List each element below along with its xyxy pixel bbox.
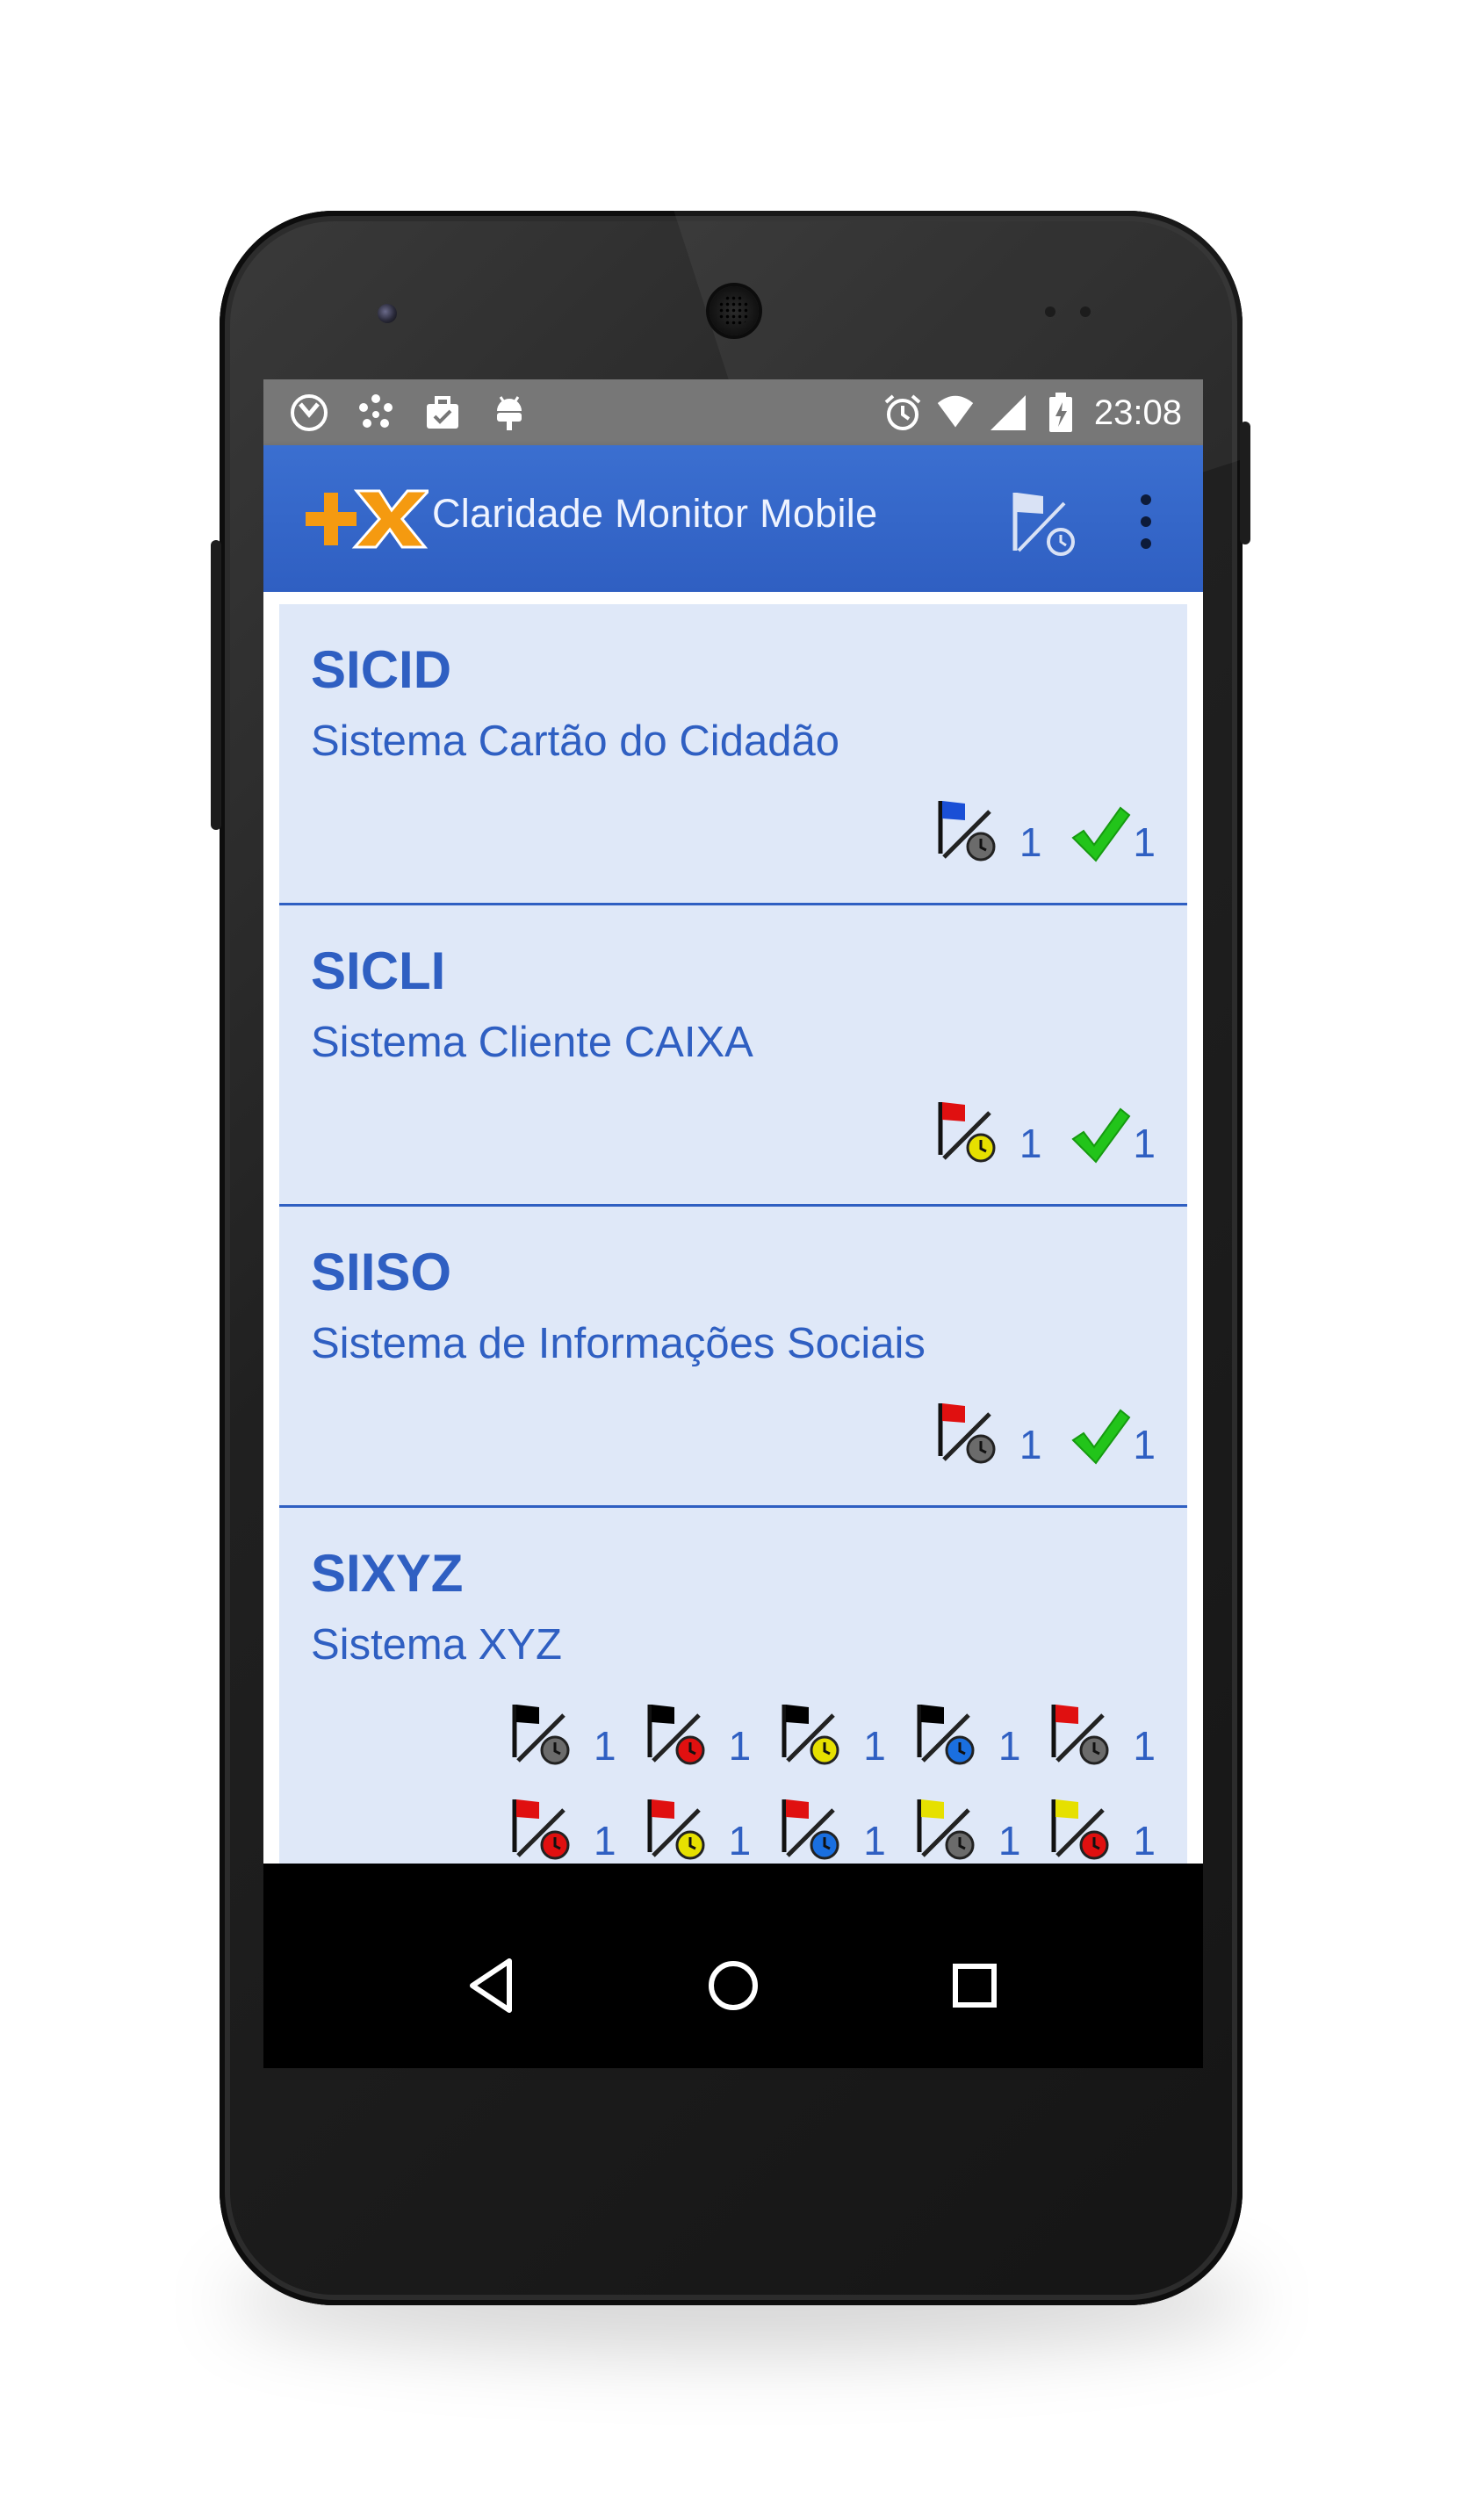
clock-badge-icon <box>290 393 328 432</box>
status-row: 11 <box>935 1402 1156 1467</box>
alert-status: 1 <box>645 1703 752 1769</box>
red-flag-yellow-clock-icon <box>938 1102 996 1163</box>
black-flag-yellow-clock-icon <box>782 1705 839 1765</box>
status-count: 1 <box>863 1723 886 1769</box>
system-card[interactable]: SICLI Sistema Cliente CAIXA 1 1 <box>279 905 1187 1207</box>
system-list: SICID Sistema Cartão do Cidadão 1 1 SICLI Sis… <box>279 604 1187 1864</box>
battery-charging-icon <box>1041 393 1080 432</box>
navigation-bar <box>263 1922 1203 2049</box>
system-card[interactable]: SICID Sistema Cartão do Cidadão 1 1 <box>279 604 1187 905</box>
back-icon[interactable] <box>460 1954 523 2017</box>
status-count: 1 <box>1019 1422 1042 1467</box>
status-row: 11 <box>935 1100 1156 1165</box>
alert-status: 1 <box>779 1703 886 1768</box>
check-icon <box>1071 1409 1131 1465</box>
status-count: 1 <box>1133 1121 1156 1166</box>
system-name: Sistema Cartão do Cidadão <box>311 717 839 765</box>
status-count: 1 <box>728 1723 752 1769</box>
alarm-icon <box>883 393 922 432</box>
black-flag-gray-clock-icon <box>512 1705 570 1765</box>
alert-status: 1 <box>1048 1798 1156 1863</box>
alert-status: 1 <box>914 1798 1021 1864</box>
proximity-sensor <box>1045 306 1055 317</box>
status-bar: 23:08 <box>263 379 1203 445</box>
briefcase-icon <box>423 393 462 432</box>
ok-status: 1 <box>1070 1106 1156 1165</box>
app-title: Claridade Monitor Mobile <box>432 491 878 536</box>
yellow-flag-gray-clock-icon <box>917 1799 975 1860</box>
alert-status: 1 <box>935 799 1042 865</box>
red-flag-red-clock-icon <box>512 1799 570 1860</box>
flag-clock-action-icon[interactable] <box>1010 487 1080 558</box>
black-flag-red-clock-icon <box>647 1705 705 1765</box>
front-camera <box>378 304 397 323</box>
status-count: 1 <box>1019 1121 1042 1166</box>
app-bar: Claridade Monitor Mobile <box>263 445 1203 592</box>
recents-icon[interactable] <box>943 1954 1006 2017</box>
system-code: SIXYZ <box>311 1544 464 1603</box>
alert-status: 1 <box>509 1798 616 1863</box>
system-name: Sistema de Informações Sociais <box>311 1320 926 1367</box>
status-count: 1 <box>1133 1723 1156 1769</box>
ok-status: 1 <box>1070 1407 1156 1467</box>
alert-status: 1 <box>509 1703 616 1768</box>
alert-status: 1 <box>779 1798 886 1863</box>
status-row: 1 1 1 1 1 <box>509 1703 1156 1768</box>
system-name: Sistema XYZ <box>311 1621 562 1669</box>
home-icon[interactable] <box>702 1954 765 2017</box>
alert-status: 1 <box>935 1100 1042 1166</box>
red-flag-gray-clock-icon <box>938 1403 996 1464</box>
earpiece-speaker <box>710 286 759 335</box>
status-count: 1 <box>728 1818 752 1864</box>
system-code: SIISO <box>311 1243 452 1301</box>
overflow-menu-icon[interactable] <box>1128 491 1163 552</box>
status-count: 1 <box>998 1723 1021 1769</box>
phone-screen: 23:08 Claridade Monitor Mobile SICID Sist… <box>263 379 1203 2068</box>
volume-rocker <box>211 540 221 830</box>
clock-time: 23:08 <box>1093 393 1182 432</box>
dots-cluster-icon <box>357 393 395 432</box>
system-list-view[interactable]: SICID Sistema Cartão do Cidadão 1 1 SICLI Sis… <box>263 592 1203 1864</box>
red-flag-yellow-clock-icon <box>647 1799 705 1860</box>
blue-flag-gray-clock-icon <box>938 801 996 862</box>
light-sensor <box>1080 306 1091 317</box>
status-count: 1 <box>1019 819 1042 865</box>
power-button <box>1240 422 1250 544</box>
alert-status: 1 <box>914 1703 1021 1769</box>
android-debug-icon <box>490 393 529 432</box>
system-code: SICID <box>311 640 452 699</box>
status-row: 1 1 1 1 1 <box>509 1798 1156 1863</box>
status-count: 1 <box>594 1818 616 1864</box>
red-flag-blue-clock-icon <box>782 1799 839 1860</box>
alert-status: 1 <box>935 1402 1042 1467</box>
system-name: Sistema Cliente CAIXA <box>311 1019 753 1066</box>
black-flag-blue-clock-icon <box>917 1705 975 1765</box>
status-count: 1 <box>863 1818 886 1864</box>
system-card[interactable]: SIXYZ Sistema XYZ 1 1 1 1 1 1 1 1 1 1 <box>279 1508 1187 1864</box>
wifi-icon <box>936 393 975 432</box>
status-count: 1 <box>1133 1818 1156 1864</box>
check-icon <box>1071 1107 1131 1164</box>
app-logo <box>306 489 429 549</box>
check-icon <box>1071 806 1131 862</box>
status-count: 1 <box>998 1818 1021 1864</box>
ok-status: 1 <box>1070 804 1156 864</box>
signal-icon <box>989 393 1027 432</box>
alert-status: 1 <box>645 1798 752 1864</box>
system-code: SICLI <box>311 941 446 1000</box>
status-row: 11 <box>935 799 1156 864</box>
status-count: 1 <box>1133 1422 1156 1467</box>
yellow-flag-red-clock-icon <box>1051 1799 1109 1860</box>
status-count: 1 <box>1133 819 1156 865</box>
red-flag-gray-clock-icon <box>1051 1705 1109 1765</box>
status-count: 1 <box>594 1723 616 1769</box>
system-card[interactable]: SIISO Sistema de Informações Sociais 1 1 <box>279 1207 1187 1508</box>
alert-status: 1 <box>1048 1703 1156 1768</box>
